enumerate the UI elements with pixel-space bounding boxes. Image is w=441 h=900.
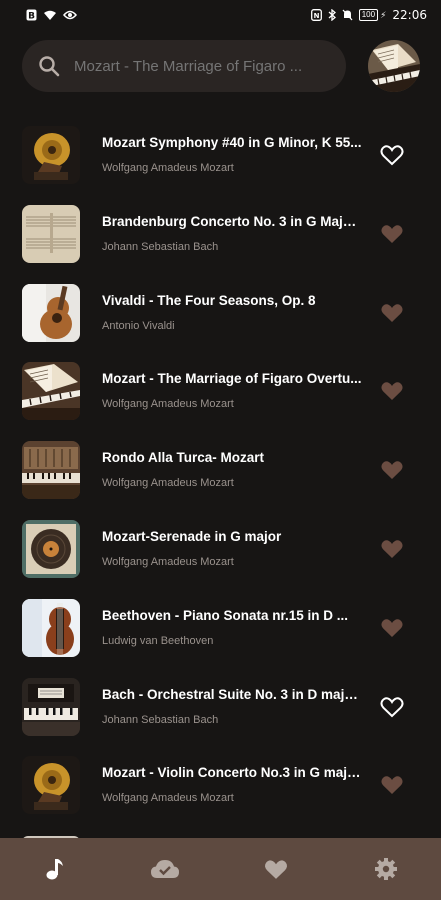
song-row[interactable]: Vivaldi - The Four Seasons, Op. 8 Antoni… — [0, 276, 441, 355]
mute-icon — [342, 9, 353, 21]
thumb-piano-book — [22, 362, 80, 421]
heart-outline-icon[interactable] — [380, 144, 404, 166]
settings-icon — [374, 858, 397, 880]
search-icon — [39, 56, 60, 77]
song-row[interactable]: Bach - Orchestral Suite No. 3 in D major… — [0, 670, 441, 749]
song-list: Mozart Symphony #40 in G Minor, K 55... … — [0, 118, 441, 827]
cloud-download-icon — [151, 860, 180, 878]
avatar[interactable] — [368, 40, 420, 92]
thumb-gramophone — [22, 756, 80, 815]
song-artist: Johann Sebastian Bach — [102, 713, 219, 726]
song-row[interactable]: Beethoven - Piano Sonata nr.15 in D ... … — [0, 591, 441, 670]
wifi-icon — [44, 10, 56, 20]
heart-icon[interactable] — [380, 774, 404, 796]
nfc-icon: N — [310, 9, 322, 21]
search-input[interactable] — [74, 57, 324, 75]
nav-cloud-download[interactable] — [135, 839, 195, 899]
nav-settings[interactable] — [356, 839, 416, 899]
search-bar[interactable] — [22, 40, 346, 92]
thumb-gramophone — [22, 126, 80, 184]
nav-favorites[interactable] — [246, 839, 306, 899]
heart-icon[interactable] — [380, 223, 404, 245]
song-artist: Ludwig van Beethoven — [102, 634, 214, 647]
svg-text:B: B — [28, 12, 35, 22]
status-right: N 100 ⚡ 22:06 — [310, 8, 427, 22]
heart-icon[interactable] — [380, 459, 404, 481]
song-row[interactable]: Mozart Symphony #40 in G Minor, K 55... … — [0, 118, 441, 197]
thumb-sheet-music — [22, 204, 80, 263]
song-title: Mozart Symphony #40 in G Minor, K 55... — [102, 135, 362, 150]
bottom-nav — [0, 838, 441, 900]
search-row — [22, 38, 422, 94]
nav-music[interactable] — [25, 839, 85, 899]
b-icon: B — [26, 9, 37, 21]
song-title: Rondo Alla Turca- Mozart — [102, 450, 264, 466]
song-row[interactable]: Mozart-Serenade in G major Wolfgang Amad… — [0, 512, 441, 591]
thumb-vinyl — [22, 519, 80, 578]
song-title: Mozart - The Marriage of Figaro Overtu..… — [102, 371, 362, 387]
song-title: Bach - Orchestral Suite No. 3 in D major… — [102, 686, 364, 702]
song-row[interactable]: Brandenburg Concerto No. 3 in G Major...… — [0, 197, 441, 276]
song-row[interactable]: Mozart - The Marriage of Figaro Overtu..… — [0, 354, 441, 433]
eye-icon — [63, 10, 77, 20]
song-artist: Wolfgang Amadeus Mozart — [102, 555, 234, 568]
song-artist: Wolfgang Amadeus Mozart — [102, 792, 234, 805]
song-row[interactable]: Mozart - Violin Concerto No.3 in G majo.… — [0, 748, 441, 827]
battery-icon: 100 ⚡ — [358, 9, 386, 21]
status-left: B — [26, 9, 77, 21]
thumb-violin — [22, 598, 80, 657]
battery-level: 100 — [358, 9, 379, 21]
song-artist: Wolfgang Amadeus Mozart — [102, 398, 234, 411]
song-row[interactable]: Rondo Alla Turca- Mozart Wolfgang Amadeu… — [0, 433, 441, 512]
song-artist: Wolfgang Amadeus Mozart — [102, 162, 234, 174]
song-title: Beethoven - Piano Sonata nr.15 in D ... — [102, 607, 349, 623]
song-title: Mozart-Serenade in G major — [102, 528, 282, 544]
song-artist: Antonio Vivaldi — [102, 319, 175, 332]
heart-icon[interactable] — [380, 617, 404, 639]
heart-outline-icon[interactable] — [380, 696, 404, 718]
svg-text:N: N — [313, 12, 319, 20]
heart-icon — [264, 859, 287, 879]
song-title: Brandenburg Concerto No. 3 in G Major... — [102, 213, 364, 229]
heart-icon[interactable] — [380, 538, 404, 560]
thumb-upright-piano — [22, 677, 80, 736]
thumb-guitar — [22, 283, 80, 342]
song-title: Vivaldi - The Four Seasons, Op. 8 — [102, 292, 316, 308]
thumb-old-piano — [22, 441, 80, 500]
song-artist: Wolfgang Amadeus Mozart — [102, 477, 234, 490]
heart-icon[interactable] — [380, 302, 404, 324]
song-artist: Johann Sebastian Bach — [102, 240, 219, 253]
status-time: 22:06 — [392, 8, 427, 22]
status-bar: B N 100 ⚡ 22:06 — [0, 0, 441, 30]
song-title: Mozart - Violin Concerto No.3 in G majo.… — [102, 765, 364, 781]
music-note-icon — [46, 859, 64, 880]
heart-icon[interactable] — [380, 380, 404, 402]
bluetooth-icon — [328, 9, 336, 21]
